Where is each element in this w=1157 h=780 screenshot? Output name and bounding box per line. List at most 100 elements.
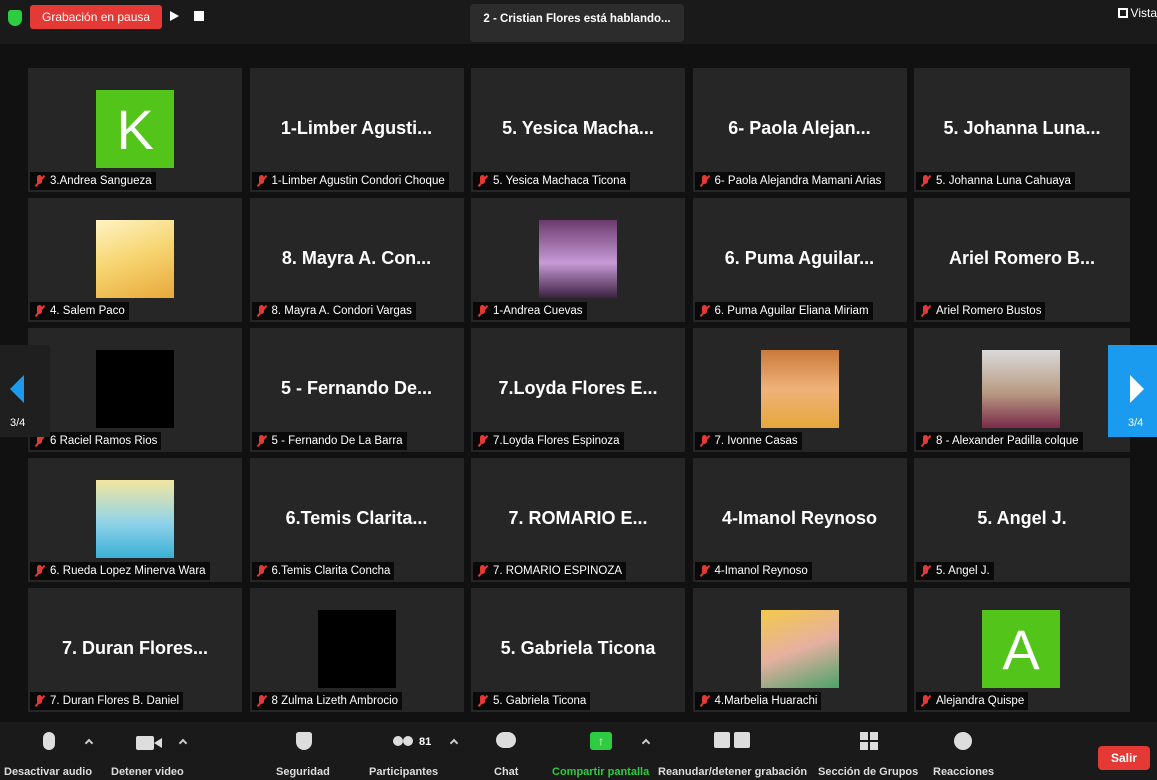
chevron-up-icon[interactable] <box>178 738 188 748</box>
participants-button[interactable]: 81 Participantes <box>365 722 465 780</box>
participant-tile[interactable]: 5. Johanna Luna... 5. Johanna Luna Cahuay… <box>914 68 1130 192</box>
participant-tile[interactable]: 6. Rueda Lopez Minerva Wara <box>28 458 242 582</box>
participant-display-name: 7. ROMARIO E... <box>508 508 648 528</box>
top-bar: Grabación en pausa 2 - Cristian Flores e… <box>0 0 1157 44</box>
participant-name-label: 6.Temis Clarita Concha <box>251 562 395 580</box>
chevron-up-icon[interactable] <box>449 738 459 748</box>
reactions-icon <box>954 732 972 750</box>
record-button[interactable]: Reanudar/detener grabación <box>658 722 814 780</box>
participant-name-label: 7. ROMARIO ESPINOZA <box>473 562 627 580</box>
view-button[interactable]: Vista <box>1117 6 1157 20</box>
participant-display-name: 7.Loyda Flores E... <box>498 378 658 398</box>
muted-microphone-icon <box>920 695 932 707</box>
participant-tile[interactable]: K 3.Andrea Sangueza <box>28 68 242 192</box>
participant-name-text: 5. Johanna Luna Cahuaya <box>936 175 1071 187</box>
participant-name-label: 1-Andrea Cuevas <box>473 302 587 320</box>
stop-video-label: Detener video <box>111 766 184 778</box>
participant-name-text: 5. Gabriela Ticona <box>493 695 587 707</box>
participant-tile[interactable]: 5. Angel J. 5. Angel J. <box>914 458 1130 582</box>
participant-tile[interactable]: 6 Raciel Ramos Rios <box>28 328 242 452</box>
muted-microphone-icon <box>699 305 711 317</box>
participant-name-text: 7. Ivonne Casas <box>714 435 798 447</box>
participant-tile[interactable]: 4-Imanol Reynoso 4-Imanol Reynoso <box>692 458 907 582</box>
participant-tile[interactable]: 6.Temis Clarita... 6.Temis Clarita Concha <box>249 458 464 582</box>
muted-microphone-icon <box>699 695 711 707</box>
participant-video <box>539 220 617 298</box>
participant-tile[interactable]: 5. Gabriela Ticona 5. Gabriela Ticona <box>471 588 685 712</box>
participant-tile[interactable]: 1-Andrea Cuevas <box>471 198 685 322</box>
security-shield-icon <box>8 10 22 26</box>
chevron-up-icon[interactable] <box>84 738 94 748</box>
participant-name-text: Alejandra Quispe <box>936 695 1025 707</box>
muted-microphone-icon <box>256 305 268 317</box>
muted-microphone-icon <box>256 565 268 577</box>
participant-video <box>760 350 839 428</box>
share-screen-icon: ↑ <box>590 732 612 750</box>
avatar: K <box>96 90 174 168</box>
meeting-toolbar: Desactivar audio Detener video Seguridad… <box>0 722 1157 780</box>
participant-name-label: 6. Rueda Lopez Minerva Wara <box>30 562 210 580</box>
participant-tile[interactable]: 5 - Fernando De... 5 - Fernando De La Bar… <box>249 328 464 452</box>
reactions-button[interactable]: Reacciones <box>930 722 1000 780</box>
chat-button[interactable]: Chat <box>488 722 528 780</box>
shield-icon <box>296 732 312 750</box>
muted-microphone-icon <box>256 175 268 187</box>
arrow-left-icon <box>10 375 24 403</box>
participant-name-label: 3.Andrea Sangueza <box>30 172 156 190</box>
participant-display-name: 6.Temis Clarita... <box>285 508 428 528</box>
reactions-label: Reacciones <box>933 766 995 778</box>
leave-button[interactable]: Salir <box>1098 746 1150 770</box>
security-button[interactable]: Seguridad <box>270 722 340 780</box>
participant-tile[interactable]: 7.Loyda Flores E... 7.Loyda Flores Espino… <box>471 328 685 452</box>
participant-tile[interactable]: 8 - Alexander Padilla colque <box>914 328 1130 452</box>
previous-page-button[interactable]: 3/4 <box>0 345 50 437</box>
participant-name-label: 5. Angel J. <box>916 562 994 580</box>
participant-tile[interactable]: 8. Mayra A. Con... 8. Mayra A. Condori Va… <box>249 198 464 322</box>
participant-name-label: 4.Marbelia Huarachi <box>694 692 822 710</box>
participant-tile[interactable]: 5. Yesica Macha... 5. Yesica Machaca Tico… <box>471 68 685 192</box>
participant-name-text: 1-Limber Agustin Condori Choque <box>271 175 445 187</box>
stop-recording-icon[interactable] <box>194 11 204 21</box>
muted-microphone-icon <box>477 695 489 707</box>
participant-name-text: 6. Rueda Lopez Minerva Wara <box>50 565 206 577</box>
participant-tile[interactable]: 4. Salem Paco <box>28 198 242 322</box>
next-page-button[interactable]: 3/4 <box>1108 345 1157 437</box>
resume-recording-icon[interactable] <box>170 11 179 21</box>
participant-name-label: 4. Salem Paco <box>30 302 129 320</box>
participant-name-label: 5 - Fernando De La Barra <box>251 432 407 450</box>
participant-name-text: 6.Temis Clarita Concha <box>271 565 391 577</box>
participant-tile[interactable]: 1-Limber Agusti... 1-Limber Agustin Condo… <box>249 68 464 192</box>
avatar: A <box>982 610 1060 688</box>
participant-name-text: 5. Angel J. <box>936 565 990 577</box>
participant-tile[interactable]: 7. ROMARIO E... 7. ROMARIO ESPINOZA <box>471 458 685 582</box>
participant-tile[interactable]: 6. Puma Aguilar... 6. Puma Aguilar Eliana… <box>692 198 907 322</box>
participant-tile[interactable]: 7. Duran Flores... 7. Duran Flores B. Dan… <box>28 588 242 712</box>
participant-name-label: 5. Yesica Machaca Ticona <box>473 172 630 190</box>
participant-name-text: 3.Andrea Sangueza <box>50 175 152 187</box>
participant-name-label: 4-Imanol Reynoso <box>694 562 812 580</box>
participant-tile[interactable]: 8 Zulma Lizeth Ambrocio <box>249 588 464 712</box>
participant-name-text: 1-Andrea Cuevas <box>493 305 583 317</box>
breakout-rooms-button[interactable]: Sección de Grupos <box>818 722 923 780</box>
share-screen-button[interactable]: ↑ Compartir pantalla <box>550 722 655 780</box>
breakout-rooms-icon <box>860 732 878 750</box>
muted-microphone-icon <box>920 565 932 577</box>
participant-tile[interactable]: 7. Ivonne Casas <box>692 328 907 452</box>
participant-name-label: 8. Mayra A. Condori Vargas <box>251 302 416 320</box>
participant-tile[interactable]: A Alejandra Quispe <box>914 588 1130 712</box>
participant-tile[interactable]: Ariel Romero B... Ariel Romero Bustos <box>914 198 1130 322</box>
chevron-up-icon[interactable] <box>641 738 651 748</box>
participant-name-text: 8 - Alexander Padilla colque <box>936 435 1079 447</box>
stop-video-button[interactable]: Detener video <box>105 722 200 780</box>
participant-tile[interactable]: 4.Marbelia Huarachi <box>692 588 907 712</box>
muted-microphone-icon <box>699 175 711 187</box>
participant-name-text: Ariel Romero Bustos <box>936 305 1042 317</box>
participant-name-text: 5. Yesica Machaca Ticona <box>493 175 626 187</box>
participant-name-label: 6- Paola Alejandra Mamani Arias <box>694 172 886 190</box>
participant-tile[interactable]: 6- Paola Alejan... 6- Paola Alejandra Mam… <box>692 68 907 192</box>
arrow-right-icon <box>1130 375 1144 403</box>
mute-button[interactable]: Desactivar audio <box>0 722 100 780</box>
participant-name-text: 8. Mayra A. Condori Vargas <box>271 305 412 317</box>
participant-name-label: 5. Gabriela Ticona <box>473 692 591 710</box>
recording-status: Grabación en pausa <box>30 5 162 29</box>
